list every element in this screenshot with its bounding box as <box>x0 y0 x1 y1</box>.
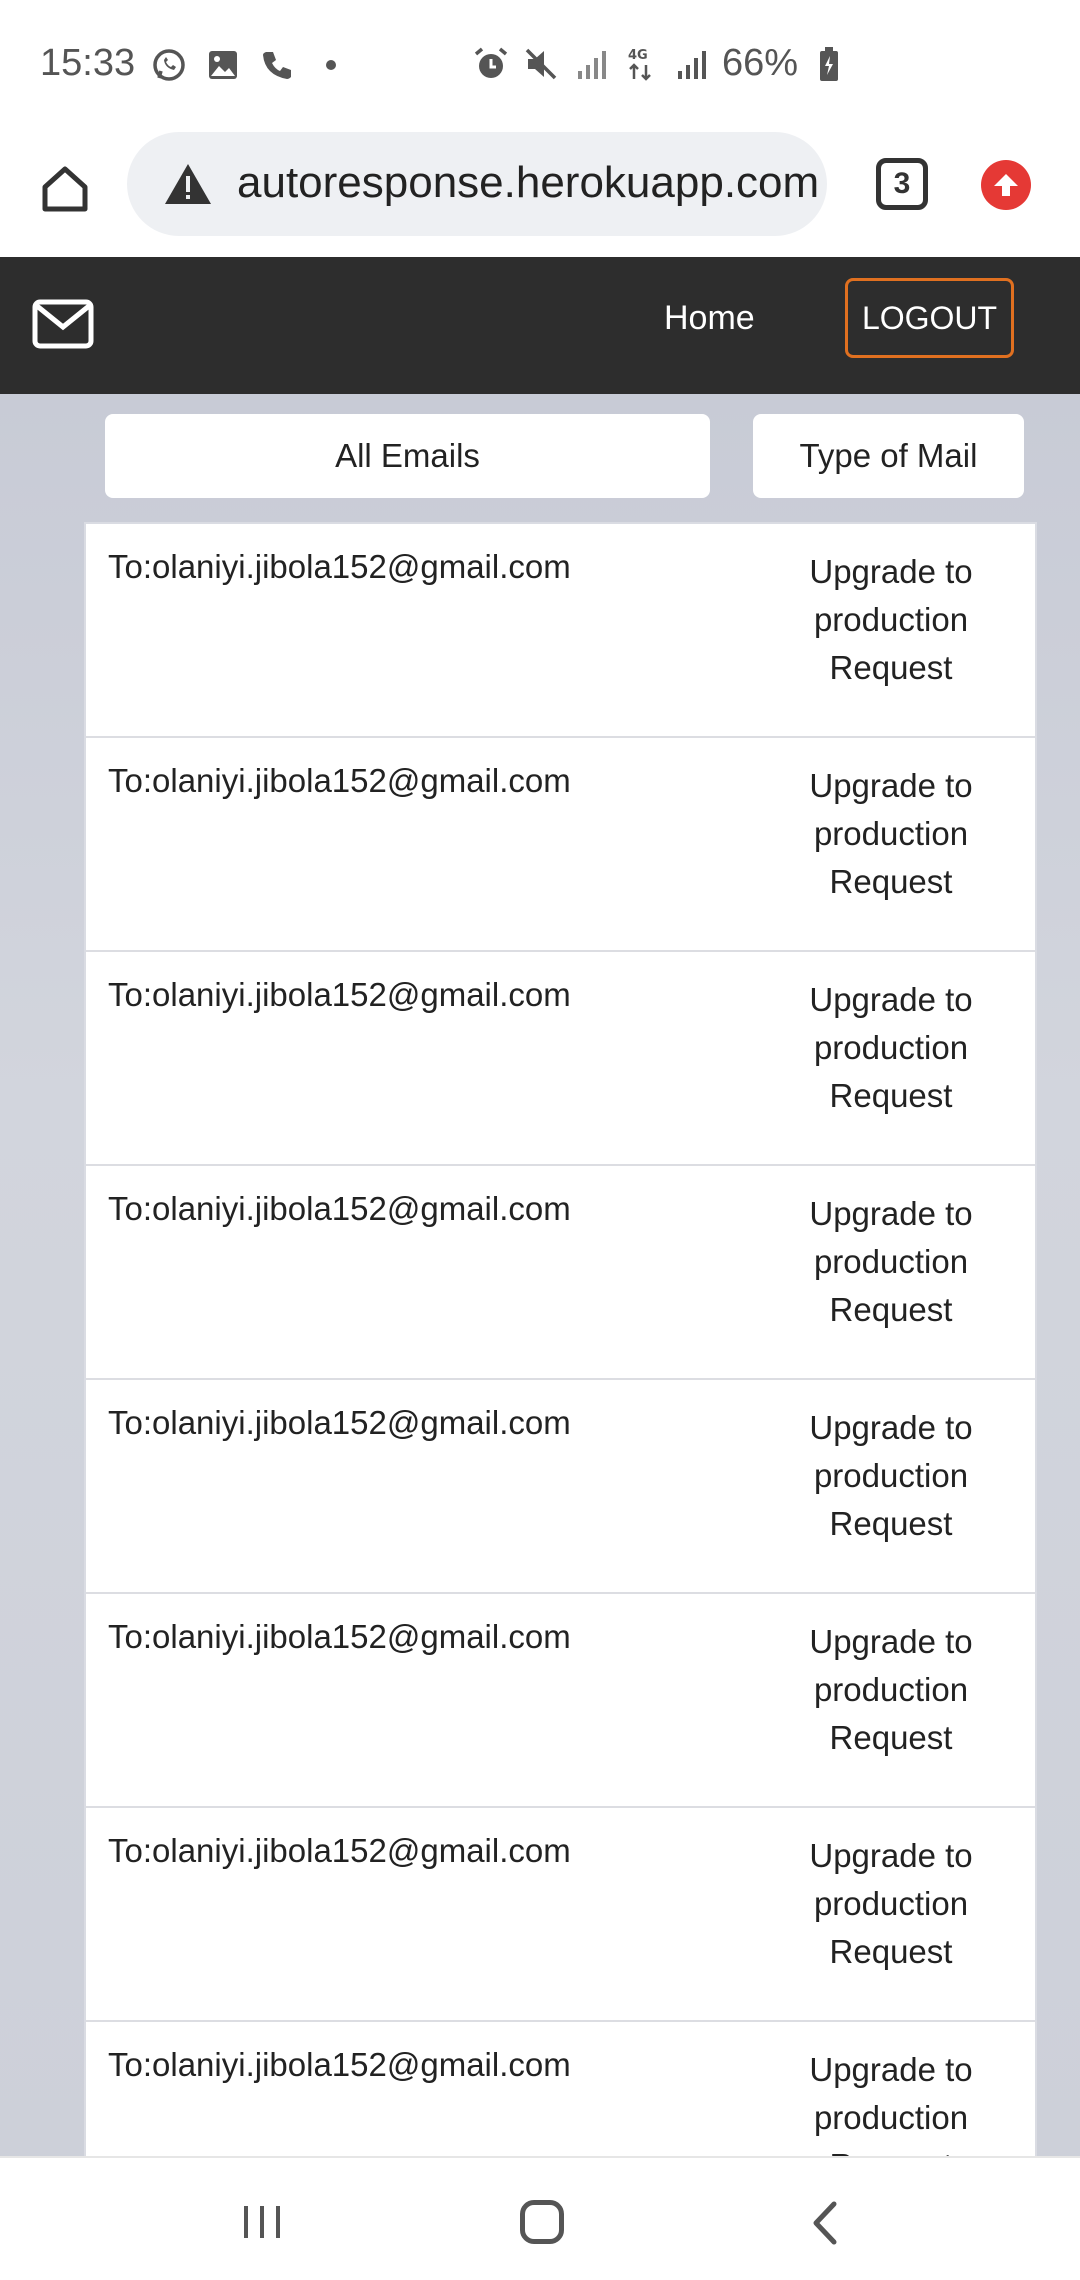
email-recipient: To:olaniyi.jibola152@gmail.com <box>108 762 571 799</box>
battery-icon <box>810 45 848 83</box>
email-recipient: To:olaniyi.jibola152@gmail.com <box>108 976 571 1013</box>
nav-home-link[interactable]: Home <box>664 299 755 338</box>
mute-icon <box>522 45 560 83</box>
browser-home-button[interactable] <box>30 154 100 224</box>
list-item[interactable]: To:olaniyi.jibola152@gmail.com Upgrade t… <box>86 1594 1035 1808</box>
email-type: Upgrade to production Request <box>809 1837 973 1970</box>
alarm-icon <box>472 45 510 83</box>
list-item[interactable]: To:olaniyi.jibola152@gmail.com Upgrade t… <box>86 524 1035 738</box>
type-of-mail-button[interactable]: Type of Mail <box>753 414 1024 498</box>
phone-icon <box>258 46 296 84</box>
email-recipient: To:olaniyi.jibola152@gmail.com <box>108 1190 571 1227</box>
4g-icon: 4G <box>622 45 660 83</box>
tab-switcher-button[interactable]: 3 <box>876 158 928 210</box>
signal-icon <box>572 45 610 83</box>
system-navigation-bar <box>0 2156 1080 2280</box>
email-type: Upgrade to production Request <box>809 767 973 900</box>
email-recipient: To:olaniyi.jibola152@gmail.com <box>108 1618 571 1655</box>
arrow-up-icon <box>994 174 1018 196</box>
email-recipient: To:olaniyi.jibola152@gmail.com <box>108 1404 571 1441</box>
update-button[interactable] <box>981 160 1031 210</box>
back-icon[interactable] <box>806 2198 846 2248</box>
list-item[interactable]: To:olaniyi.jibola152@gmail.com Upgrade t… <box>86 2022 1035 2156</box>
status-bar: 15:33 4G 66% <box>0 0 1080 132</box>
system-home-icon[interactable] <box>520 2200 564 2244</box>
list-item[interactable]: To:olaniyi.jibola152@gmail.com Upgrade t… <box>86 738 1035 952</box>
whatsapp-icon <box>150 46 188 84</box>
signal-icon <box>672 45 710 83</box>
main-content: All Emails Type of Mail To:olaniyi.jibol… <box>0 394 1080 2156</box>
svg-text:4G: 4G <box>628 48 648 63</box>
list-item[interactable]: To:olaniyi.jibola152@gmail.com Upgrade t… <box>86 1380 1035 1594</box>
email-recipient: To:olaniyi.jibola152@gmail.com <box>108 548 571 585</box>
all-emails-button[interactable]: All Emails <box>105 414 710 498</box>
url-text[interactable]: autoresponse.herokuapp.com <box>237 158 827 208</box>
email-type: Upgrade to production Request <box>809 981 973 1114</box>
logout-button[interactable]: LOGOUT <box>845 278 1014 358</box>
email-type: Upgrade to production Request <box>809 2051 973 2156</box>
list-item[interactable]: To:olaniyi.jibola152@gmail.com Upgrade t… <box>86 1808 1035 2022</box>
battery-percentage: 66% <box>722 42 799 84</box>
recent-apps-icon[interactable] <box>240 2202 284 2242</box>
email-type: Upgrade to production Request <box>809 1195 973 1328</box>
app-navbar: Home LOGOUT <box>0 257 1080 394</box>
email-list: To:olaniyi.jibola152@gmail.com Upgrade t… <box>84 522 1037 2156</box>
list-item[interactable]: To:olaniyi.jibola152@gmail.com Upgrade t… <box>86 952 1035 1166</box>
status-system-icons: 4G 66% <box>472 42 848 85</box>
gallery-icon <box>204 46 242 84</box>
mail-icon[interactable] <box>32 299 94 349</box>
status-time: 15:33 <box>40 42 136 84</box>
dot-icon <box>312 46 350 84</box>
address-bar[interactable]: autoresponse.herokuapp.com <box>127 132 827 236</box>
list-item[interactable]: To:olaniyi.jibola152@gmail.com Upgrade t… <box>86 1166 1035 1380</box>
home-icon <box>42 166 88 212</box>
email-recipient: To:olaniyi.jibola152@gmail.com <box>108 2046 571 2083</box>
browser-toolbar: autoresponse.herokuapp.com 3 <box>0 132 1080 257</box>
filter-row: All Emails Type of Mail <box>0 414 1080 498</box>
warning-icon[interactable] <box>163 162 213 206</box>
email-type: Upgrade to production Request <box>809 1623 973 1756</box>
email-type: Upgrade to production Request <box>809 553 973 686</box>
email-recipient: To:olaniyi.jibola152@gmail.com <box>108 1832 571 1869</box>
status-notification-icons <box>150 46 350 84</box>
email-type: Upgrade to production Request <box>809 1409 973 1542</box>
